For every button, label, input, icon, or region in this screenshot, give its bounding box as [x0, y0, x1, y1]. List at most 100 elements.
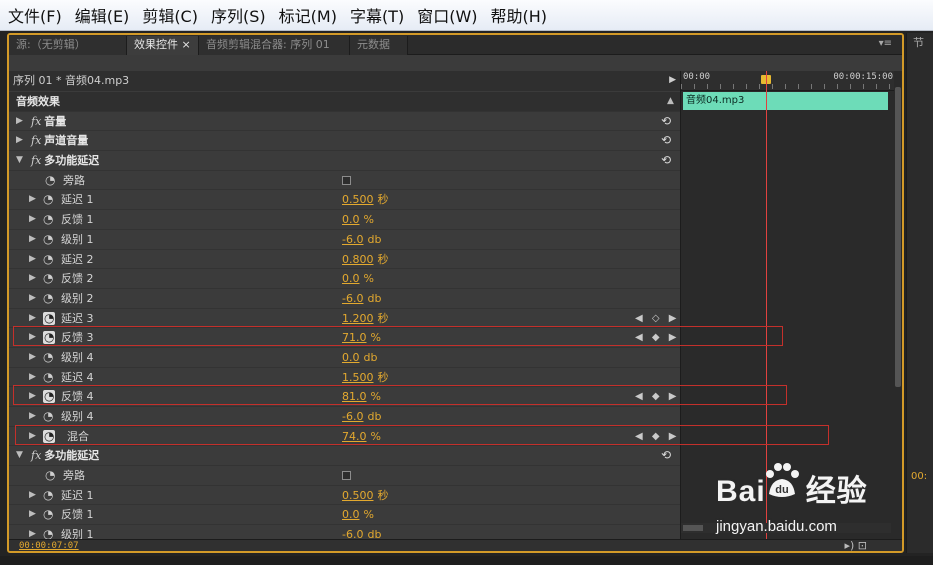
parameter-value[interactable]: 81.0% [342, 387, 381, 406]
stopwatch-icon[interactable]: ◔ [43, 230, 53, 249]
expand-right-icon[interactable]: ▶ [29, 328, 36, 347]
panel-menu-icon[interactable]: ▾≡ [879, 38, 892, 49]
menu-item[interactable]: 剪辑(C) [142, 3, 198, 27]
expand-right-icon[interactable]: ▶ [29, 387, 36, 406]
parameter-value[interactable]: 0.800 秒 [342, 250, 389, 269]
expand-right-icon[interactable]: ▶ [29, 309, 36, 328]
menu-item[interactable]: 帮助(H) [491, 3, 548, 27]
stopwatch-icon[interactable]: ◔ [43, 311, 56, 325]
menu-item[interactable]: 序列(S) [211, 3, 266, 27]
parameter-value[interactable]: 0.0% [342, 269, 374, 288]
parameter-row[interactable]: ▶ ◔ 反馈 1 0.0% [9, 505, 680, 526]
expand-right-icon[interactable]: ▶ [29, 505, 36, 524]
stopwatch-icon[interactable]: ◔ [43, 486, 53, 505]
tab-source[interactable]: 源:（无剪辑） [9, 36, 127, 55]
expand-right-icon[interactable]: ▶ [29, 250, 36, 269]
menu-item[interactable]: 字幕(T) [350, 3, 404, 27]
expand-right-icon[interactable]: ▶ [29, 348, 36, 367]
keyframe-navigator[interactable]: ◀ ◆ ▶ [635, 427, 679, 446]
horizontal-scrollbar[interactable] [681, 523, 891, 533]
parameter-value[interactable]: 0.500 秒 [342, 190, 389, 209]
expand-right-icon[interactable]: ▶ [16, 131, 23, 150]
parameter-value[interactable]: -6.0 db [342, 230, 381, 249]
expand-right-icon[interactable]: ▶ [29, 190, 36, 209]
parameter-value[interactable]: 71.0% [342, 328, 381, 347]
collapse-up-icon[interactable]: ▲ [667, 92, 674, 111]
playhead-line[interactable] [766, 71, 767, 541]
parameter-value[interactable]: -6.0 db [342, 289, 381, 308]
stopwatch-icon[interactable]: ◔ [43, 348, 53, 367]
menu-item[interactable]: 文件(F) [8, 3, 62, 27]
bypass-checkbox[interactable] [342, 175, 351, 185]
tab-audio-clip-mixer[interactable]: 音频剪辑混合器: 序列 01 [199, 36, 350, 55]
expand-right-icon[interactable]: ▶ [29, 486, 36, 505]
parameter-row[interactable]: ▶ ◔ 延迟 1 0.500 秒 [9, 190, 680, 211]
stopwatch-icon[interactable]: ◔ [43, 269, 53, 288]
parameter-value[interactable]: 74.0% [342, 427, 381, 446]
parameter-row[interactable]: ▶ ◔ 反馈 1 0.0% [9, 210, 680, 230]
expand-down-icon[interactable]: ▼ [16, 151, 23, 170]
right-panel-tab[interactable]: 节 [913, 34, 924, 50]
parameter-value[interactable]: 1.200 秒 [342, 309, 389, 328]
time-ruler[interactable]: 00:00 00:00:15:00 [681, 71, 895, 91]
parameter-value[interactable]: 0.0% [342, 210, 374, 229]
reset-icon[interactable]: ⟲ [661, 112, 671, 131]
parameter-value[interactable]: -6.0 db [342, 407, 381, 426]
parameter-row[interactable]: ▶ ◔ 延迟 4 1.500 秒 [9, 367, 680, 388]
reset-icon[interactable]: ⟲ [661, 151, 671, 170]
menu-item[interactable]: 窗口(W) [417, 3, 477, 27]
stopwatch-icon[interactable]: ◔ [43, 407, 53, 426]
effect-row[interactable]: ▶ fx 声道音量 ⟲ [9, 131, 680, 152]
menu-item[interactable]: 编辑(E) [75, 3, 130, 27]
parameter-row[interactable]: ▶ ◔ 级别 4 0.0 db [9, 347, 680, 368]
stopwatch-icon[interactable]: ◔ [43, 368, 53, 387]
tab-metadata[interactable]: 元数据 [350, 36, 408, 55]
parameter-value[interactable]: 0.0 db [342, 348, 377, 367]
stopwatch-icon[interactable]: ◔ [43, 429, 56, 443]
effect-row[interactable]: ▼ fx 多功能延迟 ⟲ [9, 151, 680, 171]
keyframe-navigator[interactable]: ◀ ◆ ▶ [635, 328, 679, 347]
parameter-row[interactable]: ◔ 旁路 [9, 170, 680, 191]
expand-right-icon[interactable]: ▶ [29, 289, 36, 308]
parameter-row[interactable]: ▶◔混合74.0%◀ ◆ ▶▸◆ [9, 426, 769, 447]
stopwatch-icon[interactable]: ◔ [43, 210, 53, 229]
parameter-row[interactable]: ▶◔反馈 481.0%◀ ◆ ▶▸◆ [9, 387, 769, 407]
tab-effect-controls[interactable]: 效果控件 × [127, 36, 199, 55]
reset-icon[interactable]: ⟲ [661, 446, 671, 465]
stopwatch-icon[interactable]: ◔ [43, 331, 56, 345]
reset-icon[interactable]: ⟲ [661, 131, 671, 150]
expand-right-icon[interactable]: ▶ [29, 407, 36, 426]
show-timeline-arrow-icon[interactable]: ▶ [669, 71, 676, 90]
stopwatch-icon[interactable]: ◔ [43, 390, 56, 404]
stopwatch-icon[interactable]: ◔ [43, 190, 53, 209]
timeline-clip[interactable]: 音频04.mp3 [683, 92, 888, 110]
stopwatch-icon[interactable]: ◔ [43, 250, 53, 269]
keyframe-navigator[interactable]: ◀ ◇ ▶ [635, 309, 679, 328]
expand-right-icon[interactable]: ▶ [29, 368, 36, 387]
playback-icons[interactable]: ▸) ⊡ [844, 539, 867, 551]
keyframe-navigator[interactable]: ◀ ◆ ▶ [635, 387, 679, 406]
hscroll-thumb[interactable] [683, 525, 703, 531]
vertical-scrollbar[interactable] [894, 71, 902, 539]
expand-right-icon[interactable]: ▶ [16, 112, 23, 131]
parameter-row[interactable]: ▶ ◔ 反馈 2 0.0% [9, 269, 680, 289]
stopwatch-icon[interactable]: ◔ [43, 505, 53, 524]
parameter-row[interactable]: ▶ ◔ 延迟 2 0.800 秒 [9, 249, 680, 270]
bypass-checkbox[interactable] [342, 471, 351, 481]
parameter-value[interactable]: 0.0% [342, 505, 374, 524]
parameter-row[interactable]: ▶◔反馈 371.0%◀ ◆ ▶▸◆ [9, 328, 769, 348]
scroll-thumb[interactable] [895, 87, 901, 387]
effect-row[interactable]: ▼ fx 多功能延迟 ⟲ [9, 446, 680, 467]
parameter-row[interactable]: ▶ ◔ 级别 1 -6.0 db [9, 229, 680, 250]
current-timecode[interactable]: 00:00:07:07 [19, 541, 79, 551]
expand-right-icon[interactable]: ▶ [29, 230, 36, 249]
expand-down-icon[interactable]: ▼ [16, 446, 23, 465]
parameter-row[interactable]: ▶ ◔ 延迟 1 0.500 秒 [9, 485, 680, 506]
stopwatch-icon[interactable]: ◔ [43, 289, 53, 308]
menu-item[interactable]: 标记(M) [279, 3, 337, 27]
parameter-row[interactable]: ▶ ◔ 级别 2 -6.0 db [9, 288, 680, 309]
expand-right-icon[interactable]: ▶ [29, 427, 36, 446]
parameter-row[interactable]: ▶◔延迟 31.200秒◀ ◇ ▶▷ [9, 308, 699, 329]
parameter-value[interactable]: 1.500 秒 [342, 368, 389, 387]
parameter-row[interactable]: ▶ ◔ 级别 4 -6.0 db [9, 407, 680, 427]
